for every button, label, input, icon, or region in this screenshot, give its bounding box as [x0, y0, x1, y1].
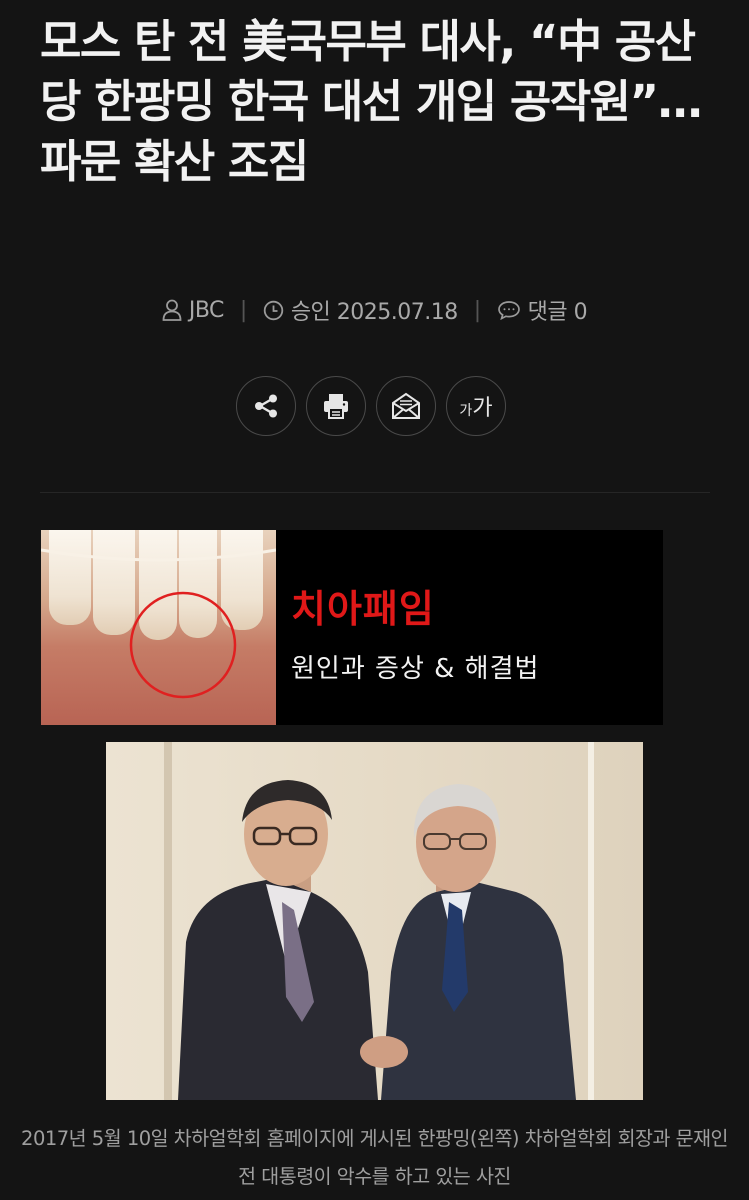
- section-divider: [40, 492, 710, 493]
- mail-icon: [392, 392, 420, 419]
- user-icon: [162, 299, 182, 321]
- email-button[interactable]: [376, 376, 436, 436]
- ad-banner[interactable]: 치아패임 원인과 증상 & 해결법: [41, 530, 663, 725]
- photo-caption: 2017년 5월 10일 차하얼학회 홈페이지에 게시된 한팡밍(왼쪽) 차하얼…: [21, 1127, 728, 1188]
- clock-icon: [263, 300, 284, 320]
- date-info: 승인 2025.07.18: [263, 294, 458, 326]
- author-info: JBC: [162, 298, 224, 323]
- author-name[interactable]: JBC: [189, 298, 225, 323]
- share-button[interactable]: [236, 376, 296, 436]
- meta-separator: |: [239, 297, 247, 323]
- print-icon: [324, 394, 348, 419]
- ad-headline: 치아패임: [291, 587, 435, 631]
- font-size-icon: 가가: [459, 396, 493, 421]
- comment-info[interactable]: 댓글 0: [497, 294, 588, 326]
- meta-separator: |: [473, 297, 481, 323]
- article-actions: 가가: [236, 376, 506, 436]
- approval-date: 승인 2025.07.18: [290, 300, 458, 325]
- ad-subline: 원인과 증상 & 해결법: [291, 654, 540, 684]
- share-icon: [255, 394, 277, 418]
- article-headline: 모스 탄 전 美국무부 대사, “中 공산당 한팡밍 한국 대선 개입 공작원”…: [40, 15, 703, 188]
- comment-count: 댓글 0: [527, 300, 588, 325]
- font-size-button[interactable]: 가가: [446, 376, 506, 436]
- ad-teeth-image: [41, 530, 276, 725]
- article-photo: [106, 742, 643, 1100]
- comment-icon: [497, 301, 520, 320]
- print-button[interactable]: [306, 376, 366, 436]
- article-meta: JBC | 승인 2025.07.18 | 댓글 0: [0, 290, 749, 330]
